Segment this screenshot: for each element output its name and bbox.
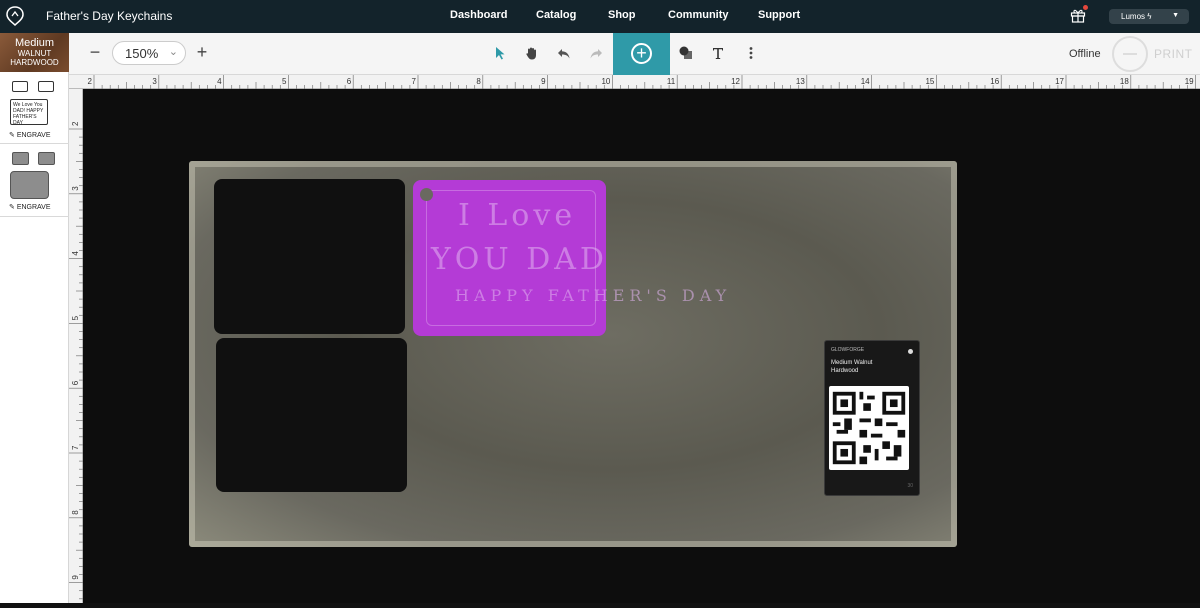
qr-code-icon (829, 386, 909, 470)
ruler-number: 5 (71, 315, 80, 320)
ruler-number: 3 (152, 77, 157, 86)
engrave-label[interactable]: ✎ ENGRAVE (9, 131, 51, 139)
text-tool-icon[interactable] (710, 45, 726, 61)
ruler-number: 3 (71, 186, 80, 191)
machine-status: Offline (1069, 48, 1101, 60)
user-menu[interactable]: Lumos ϟ ▼ (1109, 9, 1189, 24)
design-thumbnail[interactable] (12, 81, 28, 92)
design-thumbnail[interactable] (12, 152, 29, 165)
top-nav: Father's Day Keychains Dashboard Catalog… (0, 0, 1200, 33)
notification-dot (1083, 5, 1088, 10)
label-code: 30 (907, 483, 913, 489)
ruler-number: 9 (541, 77, 546, 86)
engrave-group-1[interactable]: We Love You DAD! HAPPY FATHER'S DAY ✎ EN… (0, 78, 69, 144)
more-options-icon[interactable] (743, 45, 759, 61)
undo-icon[interactable] (556, 45, 572, 61)
ruler-number: 19 (1185, 77, 1194, 86)
label-brand: GLOWFORGE (831, 347, 865, 353)
nav-shop[interactable]: Shop (608, 9, 636, 21)
ruler-top: 2 3 4 5 6 7 8 9 10 11 12 13 14 15 16 17 18 19 (69, 75, 1200, 89)
toolbar: − 150% ⌄ + + Offline PRINT (69, 33, 1200, 75)
ruler-left-ticks: 2 3 4 5 6 7 8 9 (69, 121, 83, 600)
keychain-hole (420, 188, 433, 201)
cut-out-slot (214, 179, 405, 334)
ruler-number: 4 (217, 77, 222, 86)
shapes-icon[interactable] (678, 45, 694, 61)
design-thumbnail[interactable] (10, 171, 49, 199)
ruler-number: 4 (71, 251, 80, 256)
engrave-label[interactable]: ✎ ENGRAVE (9, 203, 51, 211)
ruler-number: 9 (71, 575, 80, 580)
ruler-top-ticks: 2 3 4 5 6 7 8 9 10 11 12 13 14 15 16 17 18 19 (88, 75, 1196, 89)
zoom-out-button[interactable]: − (87, 42, 103, 63)
material-swatch[interactable]: Medium WALNUT HARDWOOD (0, 33, 69, 72)
label-dot (908, 349, 913, 354)
nav-support[interactable]: Support (758, 9, 800, 21)
keychain-text-line: HAPPY FATHER'S DAY (455, 286, 732, 305)
note-text: We Love You DAD! HAPPY FATHER'S DAY (13, 102, 44, 125)
ruler-number: 12 (731, 77, 740, 86)
ruler-number: 7 (71, 445, 80, 450)
ruler-number: 10 (601, 77, 610, 86)
ruler-number: 15 (925, 77, 934, 86)
print-button[interactable] (1112, 36, 1148, 72)
bolt-icon: ϟ (1147, 12, 1152, 21)
plus-icon: + (631, 43, 652, 64)
ruler-number: 2 (71, 121, 80, 126)
user-name: Lumos (1121, 12, 1146, 21)
design-thumbnail-note[interactable]: We Love You DAD! HAPPY FATHER'S DAY (10, 99, 48, 125)
design-thumbnail[interactable] (38, 152, 55, 165)
ruler-number: 2 (88, 77, 93, 86)
material-name: WALNUT HARDWOOD (10, 49, 59, 67)
glowforge-logo-icon[interactable] (6, 6, 24, 26)
material-grade: Medium (14, 37, 55, 49)
ruler-number: 7 (412, 77, 417, 86)
ruler-number: 6 (347, 77, 352, 86)
engrave-text: ENGRAVE (16, 204, 51, 211)
sidebar: Medium WALNUT HARDWOOD We Love You DAD! … (0, 33, 69, 603)
bed-canvas[interactable]: I Love YOU DAD HAPPY FATHER'S DAY GLOWFO… (83, 89, 1200, 603)
add-artwork-button[interactable]: + (613, 33, 670, 75)
engrave-text: ENGRAVE (16, 132, 51, 139)
zoom-value: 150% (125, 46, 159, 61)
engrave-group-2[interactable]: ✎ ENGRAVE (0, 145, 69, 217)
material-qr-label: GLOWFORGE Medium Walnut Hardwood 30 (824, 340, 920, 496)
ruler-number: 11 (667, 77, 676, 86)
ruler-number: 17 (1055, 77, 1064, 86)
nav-community[interactable]: Community (668, 9, 729, 21)
label-material: Medium Walnut Hardwood (831, 360, 873, 374)
keychain-text-line: I Love (458, 198, 577, 233)
nav-dashboard[interactable]: Dashboard (450, 9, 507, 21)
ruler-number: 5 (282, 77, 287, 86)
select-arrow-icon[interactable] (492, 45, 508, 61)
design-thumbnail[interactable] (38, 81, 54, 92)
ruler-left: 2 3 4 5 6 7 8 9 (69, 89, 83, 603)
chevron-down-icon: ⌄ (168, 46, 178, 58)
ruler-number: 8 (71, 510, 80, 515)
keychain-design-selected[interactable]: I Love YOU DAD HAPPY FATHER'S DAY (413, 180, 726, 336)
zoom-in-button[interactable]: + (194, 42, 210, 63)
ruler-number: 8 (476, 77, 481, 86)
ruler-number: 18 (1120, 77, 1129, 86)
print-label[interactable]: PRINT (1154, 47, 1193, 61)
print-dash-icon (1123, 53, 1137, 55)
hand-pan-icon[interactable] (524, 45, 540, 61)
zoom-select[interactable]: 150% ⌄ (112, 41, 186, 65)
cut-out-slot (216, 338, 407, 492)
ruler-number: 14 (861, 77, 870, 86)
chevron-down-icon: ▼ (1172, 12, 1179, 19)
ruler-number: 16 (990, 77, 999, 86)
project-title[interactable]: Father's Day Keychains (46, 9, 172, 23)
nav-catalog[interactable]: Catalog (536, 9, 576, 21)
ruler-number: 13 (796, 77, 805, 86)
keychain-text-line: YOU DAD (431, 242, 608, 277)
redo-icon[interactable] (588, 45, 604, 61)
ruler-number: 6 (71, 380, 80, 385)
